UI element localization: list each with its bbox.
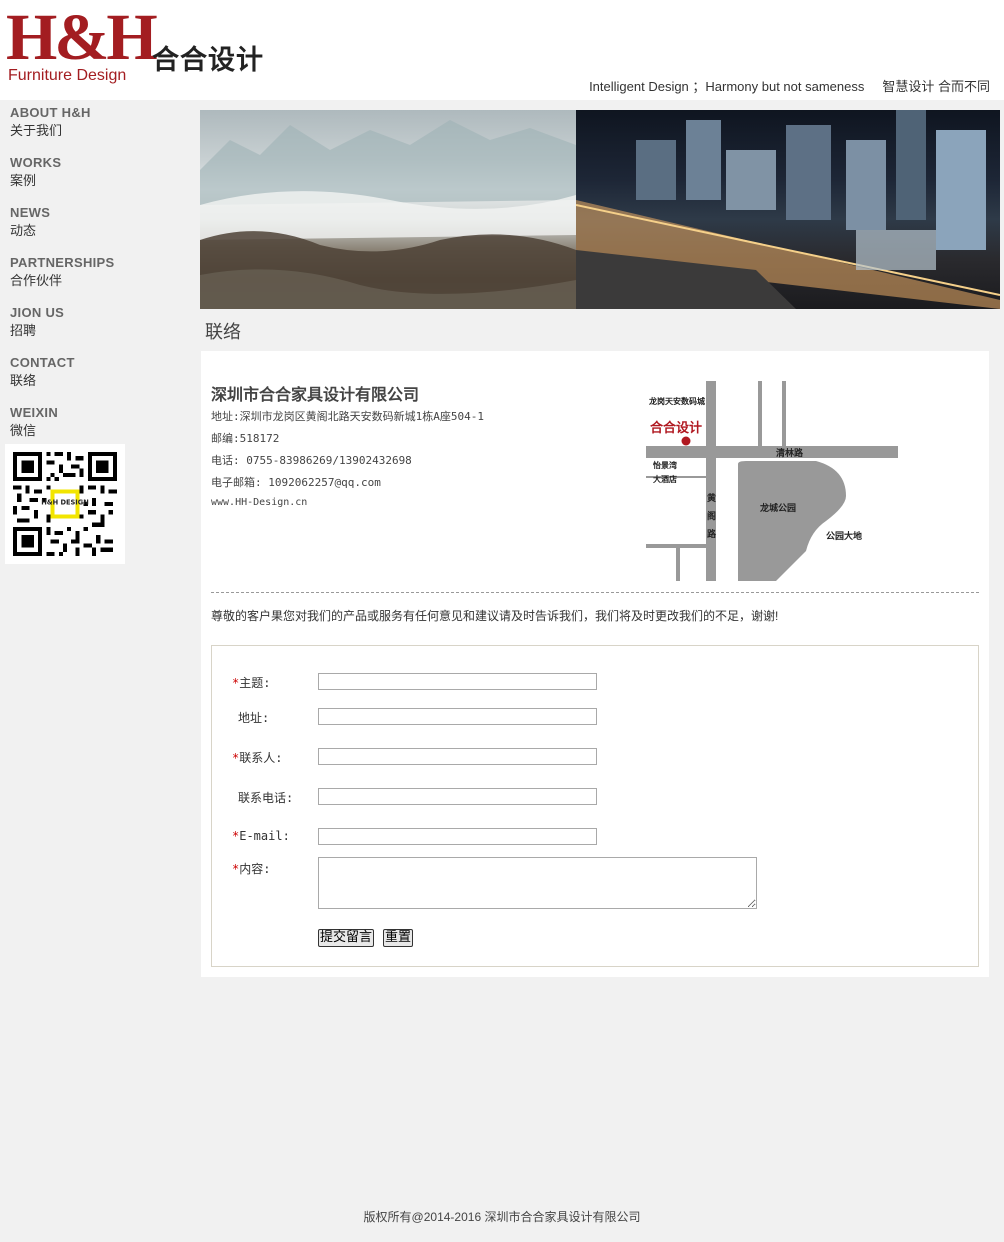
nav-label-cn: 关于我们	[10, 123, 63, 138]
slogan: Intelligent Design ；Harmony but not same…	[589, 76, 990, 95]
map-label: 龙岗天安数码城	[648, 396, 705, 406]
brand-name-cn: 合合设计	[152, 45, 264, 76]
map-label: 公园大地	[826, 530, 862, 542]
map-location-marker-icon	[681, 436, 691, 446]
notice-text: 尊敬的客户果您对我们的产品或服务有任何意见和建议请及时告诉我们，我们将及时更改我…	[211, 609, 779, 623]
subject-label: *主题:	[232, 674, 270, 691]
banner-image	[200, 110, 1000, 309]
email-label-text: E-mail:	[239, 829, 290, 843]
address-label: 地址:	[238, 711, 270, 725]
subject-label-text: 主题:	[239, 676, 271, 690]
map-label: 龙城公园	[759, 502, 796, 514]
company-website[interactable]: www.HH-Design.cn	[211, 497, 307, 508]
reset-button[interactable]: 重置	[383, 929, 414, 947]
map-label: 阁	[707, 510, 716, 522]
sidebar-item-join-us[interactable]: JION US 招聘	[0, 300, 190, 350]
submit-button[interactable]: 提交留言	[318, 929, 375, 947]
nav-label-en: NEWS	[10, 205, 51, 220]
company-name: 深圳市合合家具设计有限公司	[211, 385, 420, 404]
nav-label-cn: 微信	[10, 423, 37, 438]
company-phone: 电话: 0755-83986269/13902432698	[211, 454, 412, 467]
contact-panel: 深圳市合合家具设计有限公司 地址:深圳市龙岗区黄阁北路天安数码新城1栋A座504…	[201, 351, 989, 977]
city-illustration	[575, 110, 1000, 309]
landscape-illustration	[200, 120, 576, 309]
phone-input[interactable]	[318, 788, 597, 805]
company-address: 地址:深圳市龙岗区黄阁北路天安数码新城1栋A座504-1	[211, 410, 484, 423]
sidebar-nav: ABOUT H&H 关于我们 WORKS 案例 NEWS 动态 PARTNERS…	[0, 100, 190, 564]
map-label: 清林路	[776, 447, 804, 459]
content-textarea[interactable]	[318, 857, 757, 909]
copyright-text: 版权所有@2014-2016 深圳市合合家具设计有限公司	[363, 1210, 641, 1224]
location-map: 龙岗天安数码城 合合设计 清林路 怡景湾 大酒店 黄 阁 路 龙城公园 公园大地	[646, 381, 906, 581]
contact-label: *联系人:	[232, 749, 282, 766]
weixin-qr-code: H&H DESIGN	[5, 444, 125, 564]
nav-label-en: ABOUT H&H	[10, 105, 91, 120]
map-label: 黄	[707, 492, 716, 504]
email-input[interactable]	[318, 828, 597, 845]
sidebar-item-contact[interactable]: CONTACT 联络	[0, 350, 190, 400]
nav-label-en: CONTACT	[10, 355, 75, 370]
divider	[211, 592, 979, 593]
banner-city-render	[575, 110, 1000, 309]
site-footer: 版权所有@2014-2016 深圳市合合家具设计有限公司	[0, 1208, 1004, 1225]
sidebar-item-weixin[interactable]: WEIXIN 微信	[0, 400, 190, 450]
slogan-en: Intelligent Design ；Harmony but not same…	[589, 79, 865, 94]
nav-label-cn: 合作伙伴	[10, 273, 63, 288]
nav-label-cn: 案例	[10, 173, 37, 188]
company-postcode: 邮编:518172	[211, 432, 280, 445]
nav-label-cn: 动态	[10, 223, 37, 238]
message-form: *主题: 地址: *联系人: 联系电话: *E-mail: *内容: 提交留言 …	[211, 645, 979, 967]
qr-code-icon: H&H DESIGN	[13, 452, 117, 556]
email-label: *E-mail:	[232, 829, 290, 843]
logo-mark: H&H	[6, 1, 158, 74]
banner-landscape-painting	[200, 110, 576, 309]
content-label-text: 内容:	[239, 862, 271, 876]
map-label: 路	[707, 528, 717, 540]
contact-input[interactable]	[318, 748, 597, 765]
address-input[interactable]	[318, 708, 597, 725]
sidebar-item-about[interactable]: ABOUT H&H 关于我们	[0, 100, 190, 150]
site-logo[interactable]: H&H Furniture Design	[6, 1, 158, 84]
company-email: 电子邮箱: 1092062257@qq.com	[211, 476, 381, 489]
page-title: 联络	[205, 322, 241, 342]
sidebar-item-works[interactable]: WORKS 案例	[0, 150, 190, 200]
slogan-cn: 智慧设计 合而不同	[882, 79, 990, 94]
nav-label-en: WEIXIN	[10, 405, 59, 420]
map-label: 怡景湾	[653, 460, 677, 470]
nav-label-en: JION US	[10, 305, 65, 320]
site-header: H&H Furniture Design 合合设计 Intelligent De…	[0, 0, 1004, 100]
nav-label-en: PARTNERSHIPS	[10, 255, 115, 270]
contact-label-text: 联系人:	[239, 751, 283, 765]
subject-input[interactable]	[318, 673, 597, 690]
sidebar-item-news[interactable]: NEWS 动态	[0, 200, 190, 250]
nav-label-en: WORKS	[10, 155, 62, 170]
sidebar-item-partnerships[interactable]: PARTNERSHIPS 合作伙伴	[0, 250, 190, 300]
map-label-company: 合合设计	[650, 420, 702, 436]
map-label: 大酒店	[653, 474, 677, 484]
nav-label-cn: 联络	[10, 373, 37, 388]
phone-label: 联系电话:	[238, 791, 294, 805]
nav-label-cn: 招聘	[10, 323, 37, 338]
qr-logo-text: H&H DESIGN	[41, 498, 89, 506]
content-label: *内容:	[232, 860, 270, 877]
